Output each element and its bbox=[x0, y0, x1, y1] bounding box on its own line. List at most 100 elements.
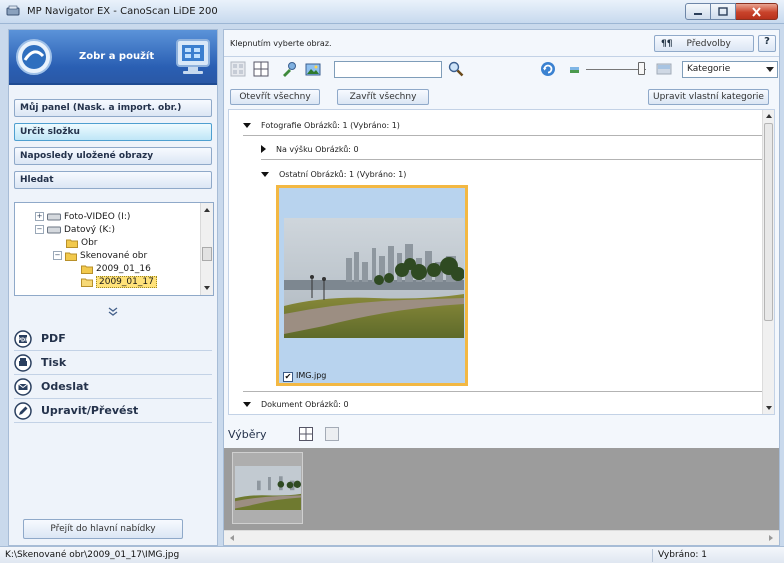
collapse-all-button[interactable]: Zavřít všechny bbox=[337, 89, 429, 105]
tray-scrollbar[interactable] bbox=[224, 530, 779, 545]
scroll-right-icon[interactable] bbox=[766, 532, 776, 544]
thumbnail-view-icon[interactable] bbox=[230, 61, 246, 77]
browser-scrollbar[interactable] bbox=[762, 110, 774, 414]
action-edit-convert[interactable]: Upravit/Převést bbox=[14, 399, 212, 423]
scroll-down-icon[interactable] bbox=[201, 283, 213, 293]
help-button[interactable]: ? bbox=[758, 35, 776, 52]
scroll-thumb[interactable] bbox=[764, 123, 773, 321]
tree-label: Skenované obr bbox=[80, 250, 148, 261]
monitor-icon bbox=[176, 39, 210, 74]
maximize-button[interactable] bbox=[711, 3, 736, 20]
tree-scrollbar[interactable] bbox=[200, 203, 213, 295]
grid-view-icon[interactable] bbox=[299, 427, 313, 441]
refresh-icon[interactable] bbox=[540, 61, 556, 77]
tree-item[interactable]: − Datový (K:) bbox=[35, 223, 115, 236]
collapse-arrow-icon[interactable] bbox=[243, 401, 251, 407]
scroll-up-icon[interactable] bbox=[763, 111, 775, 121]
action-label: PDF bbox=[41, 332, 66, 345]
image-checkbox[interactable]: ✔ bbox=[283, 372, 293, 382]
edit-custom-categories-button[interactable]: Upravit vlastní kategorie bbox=[648, 89, 769, 105]
collapse-panel-toggle[interactable] bbox=[14, 307, 212, 321]
group-portrait[interactable]: Na výšku Obrázků: 0 bbox=[261, 142, 359, 156]
nav-label: Naposledy uložené obrazy bbox=[20, 151, 154, 161]
nav-label: Můj panel (Nask. a import. obr.) bbox=[20, 103, 182, 113]
selected-image-thumbnail[interactable] bbox=[232, 452, 303, 524]
search-icon[interactable] bbox=[448, 61, 464, 77]
left-panel: Zobr a použít Můj panel (Nask. a import.… bbox=[8, 29, 218, 546]
window-title: MP Navigator EX - CanoScan LiDE 200 bbox=[27, 6, 218, 17]
preferences-label: Předvolby bbox=[686, 38, 731, 49]
scroll-left-icon[interactable] bbox=[227, 532, 237, 544]
drive-icon bbox=[47, 226, 61, 233]
open-folder-icon bbox=[81, 278, 93, 287]
group-photos[interactable]: Fotografie Obrázků: 1 (Vybráno: 1) bbox=[243, 118, 400, 132]
action-send[interactable]: Odeslat bbox=[14, 375, 212, 399]
large-thumbnail-icon[interactable] bbox=[656, 61, 672, 77]
tree-label: Obr bbox=[81, 237, 98, 248]
group-label: Ostatní Obrázků: 1 (Vybráno: 1) bbox=[279, 169, 407, 179]
folder-tree[interactable]: + Foto-VIDEO (I:) − Datový (K:) Obr − Sk… bbox=[14, 202, 214, 296]
go-to-main-menu-button[interactable]: Přejít do hlavní nabídky bbox=[23, 519, 183, 539]
dropdown-arrow-icon bbox=[766, 67, 774, 72]
status-selected-count: Vybráno: 1 bbox=[658, 550, 707, 560]
expand-icon[interactable]: + bbox=[35, 212, 44, 221]
action-label: Upravit/Převést bbox=[41, 404, 139, 417]
folder-icon bbox=[66, 239, 78, 248]
preferences-icon: ¶¶ bbox=[661, 38, 673, 49]
image-view-icon[interactable] bbox=[305, 61, 321, 77]
nav-recently-saved[interactable]: Naposledy uložené obrazy bbox=[14, 147, 212, 165]
close-button[interactable] bbox=[736, 3, 778, 20]
collapse-icon[interactable]: − bbox=[53, 251, 62, 260]
zoom-slider-track[interactable] bbox=[586, 69, 646, 70]
group-label: Dokument Obrázků: 0 bbox=[261, 399, 349, 409]
nav-my-box[interactable]: Můj panel (Nask. a import. obr.) bbox=[14, 99, 212, 117]
mail-icon bbox=[14, 377, 32, 396]
image-browser[interactable]: Fotografie Obrázků: 1 (Vybráno: 1) Na vý… bbox=[228, 109, 775, 415]
collapse-arrow-icon[interactable] bbox=[261, 171, 269, 177]
toolbar-divider bbox=[224, 56, 779, 57]
status-file-path: K:\Skenované obr\2009_01_17\IMG.jpg bbox=[5, 550, 180, 560]
nav-search[interactable]: Hledat bbox=[14, 171, 212, 189]
tree-item[interactable]: + Foto-VIDEO (I:) bbox=[35, 210, 130, 223]
navigator-logo-icon bbox=[16, 39, 52, 75]
tree-label: 2009_01_16 bbox=[96, 263, 151, 274]
edit-icon bbox=[14, 401, 32, 420]
single-view-icon[interactable] bbox=[325, 427, 339, 441]
zoom-slider-knob[interactable] bbox=[638, 62, 645, 75]
group-document[interactable]: Dokument Obrázků: 0 bbox=[243, 397, 349, 411]
minimize-icon bbox=[694, 12, 702, 15]
status-divider bbox=[652, 549, 653, 562]
tree-item[interactable]: − Skenované obr bbox=[53, 249, 147, 262]
grid-view-icon[interactable] bbox=[253, 61, 269, 77]
svg-text:PDF: PDF bbox=[17, 337, 28, 343]
sort-by-select[interactable]: Kategorie bbox=[682, 61, 778, 78]
tree-item[interactable]: Obr bbox=[66, 236, 98, 249]
folder-icon bbox=[81, 265, 93, 274]
action-label: Odeslat bbox=[41, 380, 89, 393]
search-input[interactable] bbox=[334, 61, 442, 78]
photo-thumbnail bbox=[284, 218, 464, 338]
collapse-icon[interactable]: − bbox=[35, 225, 44, 234]
image-thumbnail-selected[interactable]: ✔ IMG.jpg bbox=[276, 185, 468, 386]
scroll-up-icon[interactable] bbox=[201, 205, 213, 215]
selection-tray[interactable] bbox=[224, 448, 779, 530]
select-value: Kategorie bbox=[687, 64, 731, 74]
drive-icon bbox=[47, 213, 61, 220]
minimize-button[interactable] bbox=[685, 3, 711, 20]
action-pdf[interactable]: PDF PDF bbox=[14, 327, 212, 351]
group-other[interactable]: Ostatní Obrázků: 1 (Vybráno: 1) bbox=[261, 167, 406, 181]
tree-item[interactable]: 2009_01_16 bbox=[81, 262, 151, 275]
title-bar: MP Navigator EX - CanoScan LiDE 200 bbox=[0, 0, 784, 24]
scroll-thumb[interactable] bbox=[202, 247, 212, 261]
correct-image-icon[interactable] bbox=[281, 61, 297, 77]
expand-all-button[interactable]: Otevřít všechny bbox=[230, 89, 320, 105]
expand-arrow-icon[interactable] bbox=[261, 145, 266, 153]
preferences-button[interactable]: ¶¶ Předvolby bbox=[654, 35, 754, 52]
action-print[interactable]: Tisk bbox=[14, 351, 212, 375]
scroll-down-icon[interactable] bbox=[763, 403, 775, 413]
collapse-arrow-icon[interactable] bbox=[243, 122, 251, 128]
nav-label: Hledat bbox=[20, 175, 54, 185]
nav-specify-folder[interactable]: Určit složku bbox=[14, 123, 212, 141]
small-thumbnail-icon[interactable] bbox=[567, 61, 583, 77]
tree-item-selected[interactable]: 2009_01_17 bbox=[81, 275, 157, 288]
